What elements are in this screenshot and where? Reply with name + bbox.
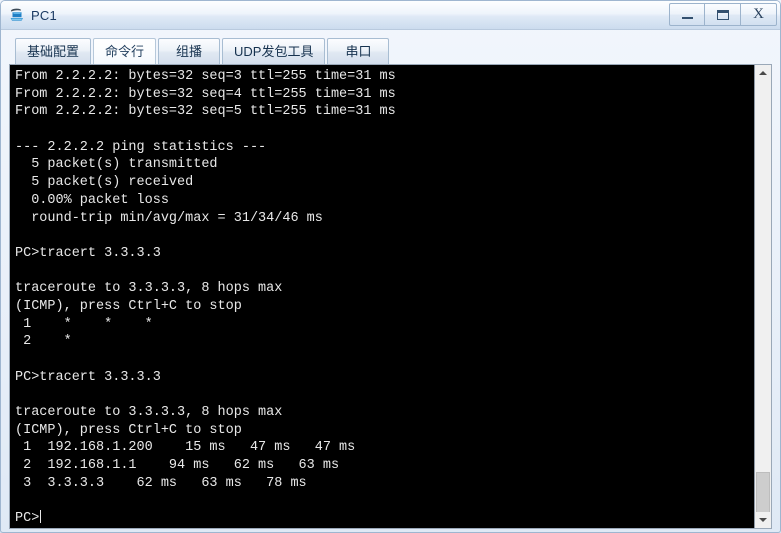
tab-strip: 基础配置 命令行 组播 UDP发包工具 串口 <box>9 36 772 64</box>
tab-multicast[interactable]: 组播 <box>158 38 221 64</box>
window-controls: X <box>669 3 777 26</box>
terminal-line: From 2.2.2.2: bytes=32 seq=4 ttl=255 tim… <box>15 86 396 102</box>
scrollbar-thumb[interactable] <box>756 472 770 514</box>
tab-udp-tool[interactable]: UDP发包工具 <box>222 38 326 64</box>
scroll-down-button[interactable] <box>755 511 771 528</box>
tab-label: UDP发包工具 <box>234 44 314 59</box>
terminal-output[interactable]: From 2.2.2.2: bytes=32 seq=3 ttl=255 tim… <box>10 65 754 528</box>
scroll-down-arrow-icon <box>759 517 767 522</box>
terminal-line: traceroute to 3.3.3.3, 8 hops max <box>15 405 283 421</box>
close-button[interactable]: X <box>741 3 777 26</box>
terminal-line: 3 3.3.3.3 62 ms 63 ms 78 ms <box>15 475 307 491</box>
terminal-line: PC>tracert 3.3.3.3 <box>15 369 161 385</box>
tab-label: 串口 <box>345 44 372 59</box>
window-titlebar: PC1 X <box>1 1 780 30</box>
terminal-panel: From 2.2.2.2: bytes=32 seq=3 ttl=255 tim… <box>9 64 772 529</box>
screenshot-root: PC1 X 基础配置 命令行 组播 UDP发包工具 串口 From 2.2.2.2: b… <box>0 0 781 533</box>
minimize-icon <box>681 17 693 19</box>
close-icon: X <box>753 6 764 22</box>
terminal-cursor <box>40 510 42 524</box>
maximize-icon <box>716 9 729 20</box>
terminal-line: (ICMP), press Ctrl+C to stop <box>15 422 242 438</box>
terminal-line: PC> <box>15 510 42 527</box>
terminal-line: 5 packet(s) received <box>15 175 194 191</box>
scroll-up-button[interactable] <box>755 65 771 81</box>
terminal-line: --- 2.2.2.2 ping statistics --- <box>15 139 267 155</box>
terminal-line: From 2.2.2.2: bytes=32 seq=3 ttl=255 tim… <box>15 69 396 84</box>
terminal-scrollbar[interactable] <box>754 65 771 528</box>
terminal-line: traceroute to 3.3.3.3, 8 hops max <box>15 281 283 297</box>
terminal-line: (ICMP), press Ctrl+C to stop <box>15 298 242 314</box>
tab-basic-config[interactable]: 基础配置 <box>15 38 92 64</box>
terminal-line: 2 192.168.1.1 94 ms 62 ms 63 ms <box>15 458 340 474</box>
terminal-line: 1 * * * <box>15 316 153 332</box>
terminal-line: round-trip min/avg/max = 31/34/46 ms <box>15 210 323 226</box>
terminal-line: 1 192.168.1.200 15 ms 47 ms 47 ms <box>15 440 356 456</box>
terminal-line: 2 * <box>15 334 72 350</box>
terminal-line: 0.00% packet loss <box>15 192 169 208</box>
terminal-line: 5 packet(s) transmitted <box>15 157 218 173</box>
window-title: PC1 <box>31 7 57 23</box>
pc-device-icon <box>8 6 26 24</box>
scroll-up-arrow-icon <box>759 71 767 75</box>
terminal-line: From 2.2.2.2: bytes=32 seq=5 ttl=255 tim… <box>15 104 396 120</box>
pc1-window: PC1 X 基础配置 命令行 组播 UDP发包工具 串口 From 2.2.2.2: b… <box>0 0 781 533</box>
window-body: 基础配置 命令行 组播 UDP发包工具 串口 From 2.2.2.2: bytes=3… <box>1 30 780 533</box>
tab-label: 基础配置 <box>27 44 80 59</box>
terminal-line: PC>tracert 3.3.3.3 <box>15 245 161 261</box>
tab-serial-port[interactable]: 串口 <box>327 38 390 64</box>
minimize-button[interactable] <box>669 3 705 26</box>
tab-label: 命令行 <box>105 44 145 59</box>
tab-label: 组播 <box>176 44 203 59</box>
maximize-button[interactable] <box>705 3 741 26</box>
tab-command-line[interactable]: 命令行 <box>93 38 157 64</box>
